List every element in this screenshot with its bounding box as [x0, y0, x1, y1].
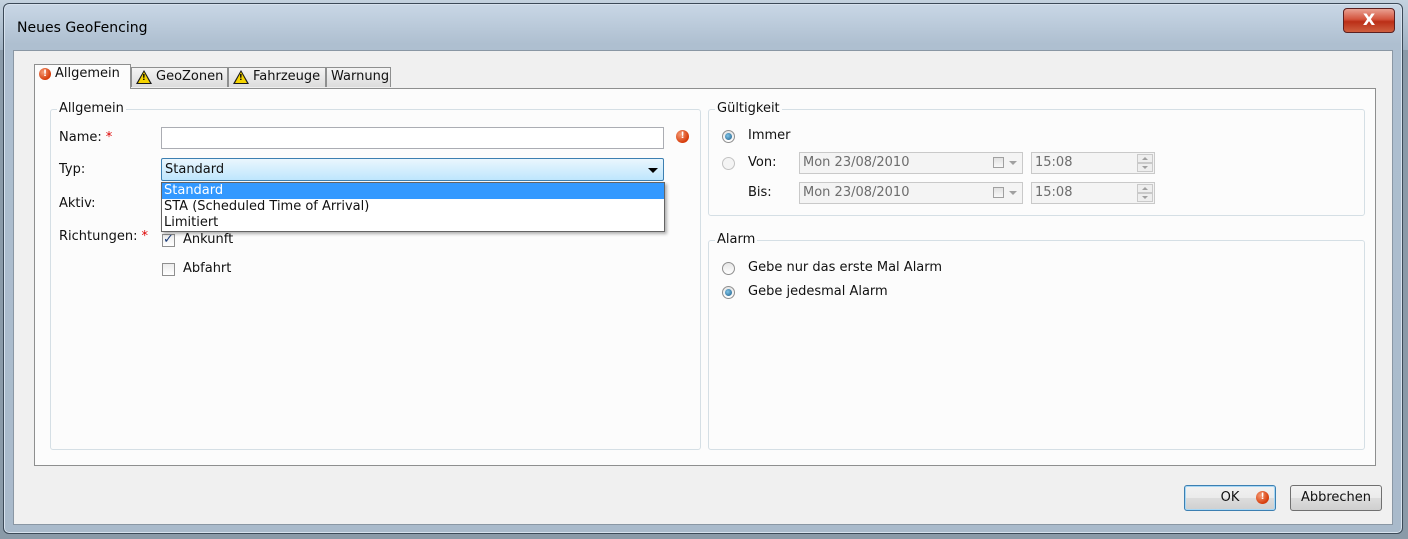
chevron-down-icon — [1009, 161, 1017, 165]
group-legend: Allgemein — [57, 101, 126, 116]
arrival-label: Ankunft — [183, 232, 234, 247]
to-date-value: Mon 23/08/2010 — [803, 185, 910, 200]
type-selected-value: Standard — [165, 162, 225, 177]
error-icon: ! — [39, 67, 51, 80]
tab-label: Fahrzeuge — [253, 69, 321, 84]
ok-button-label: OK — [1220, 490, 1240, 505]
to-date-picker[interactable]: Mon 23/08/2010 — [799, 182, 1023, 204]
dialog-client-area: ! Allgemein ! GeoZonen ! Fahrzeuge Warnung … — [13, 50, 1393, 525]
tab-label: Allgemein — [55, 66, 120, 81]
tab-label: Warnung — [331, 69, 390, 84]
group-allgemein: Allgemein Name: * ! Typ: Standard Standar… — [50, 101, 701, 450]
to-label: Bis: — [748, 185, 772, 200]
tab-panel-allgemein: Allgemein Name: * ! Typ: Standard Standar… — [34, 88, 1376, 466]
chevron-down-icon — [648, 168, 658, 173]
from-time-spinner[interactable]: 15:08 — [1031, 152, 1155, 174]
tab-geozonen[interactable]: ! GeoZonen — [131, 67, 228, 87]
type-combobox[interactable]: Standard — [161, 158, 664, 181]
spin-down-icon[interactable] — [1137, 193, 1153, 202]
alarm-first-only-radio[interactable] — [722, 262, 735, 275]
spin-down-icon[interactable] — [1137, 163, 1153, 172]
from-radio[interactable] — [722, 157, 735, 170]
warning-icon: ! — [136, 69, 152, 84]
always-radio[interactable] — [722, 130, 735, 143]
from-time-value: 15:08 — [1035, 155, 1073, 170]
chevron-down-icon — [1009, 191, 1017, 195]
name-input[interactable] — [161, 127, 664, 149]
group-alarm: Alarm Gebe nur das erste Mal Alarm Gebe … — [708, 232, 1365, 450]
type-dropdown-list: Standard STA (Scheduled Time of Arrival)… — [161, 182, 665, 232]
calendar-icon[interactable] — [993, 157, 1004, 168]
type-option-limitiert[interactable]: Limitiert — [162, 215, 664, 231]
error-icon: ! — [676, 130, 689, 143]
from-date-picker[interactable]: Mon 23/08/2010 — [799, 152, 1023, 174]
from-label: Von: — [748, 155, 777, 170]
tab-allgemein[interactable]: ! Allgemein — [34, 64, 131, 89]
close-button[interactable]: X — [1343, 8, 1395, 33]
group-validity: Gültigkeit Immer Von: Mon 23/08/2010 15:… — [708, 101, 1365, 216]
type-option-sta[interactable]: STA (Scheduled Time of Arrival) — [162, 199, 664, 215]
arrival-checkbox[interactable] — [162, 232, 175, 247]
from-date-value: Mon 23/08/2010 — [803, 155, 910, 170]
directions-label: Richtungen: * — [59, 229, 148, 244]
spin-up-icon[interactable] — [1137, 154, 1153, 163]
group-legend: Gültigkeit — [715, 101, 782, 116]
required-mark: * — [141, 229, 148, 244]
to-time-value: 15:08 — [1035, 185, 1073, 200]
dialog-window: Neues GeoFencing X ! Allgemein ! GeoZonen … — [3, 3, 1403, 534]
calendar-icon[interactable] — [993, 187, 1004, 198]
name-label: Name: * — [59, 130, 113, 145]
title-bar[interactable]: Neues GeoFencing X — [4, 4, 1402, 52]
group-legend: Alarm — [715, 232, 758, 247]
alarm-every-time-radio[interactable] — [722, 286, 735, 299]
tab-fahrzeuge[interactable]: ! Fahrzeuge — [228, 67, 326, 87]
alarm-first-only-label: Gebe nur das erste Mal Alarm — [748, 260, 943, 275]
warning-icon: ! — [233, 69, 249, 84]
active-label: Aktiv: — [59, 196, 96, 211]
cancel-button[interactable]: Abbrechen — [1290, 485, 1382, 511]
tab-warnung[interactable]: Warnung — [326, 67, 391, 87]
type-option-standard[interactable]: Standard — [162, 183, 664, 199]
alarm-every-time-label: Gebe jedesmal Alarm — [748, 284, 888, 299]
window-title: Neues GeoFencing — [17, 20, 148, 36]
to-time-spinner[interactable]: 15:08 — [1031, 182, 1155, 204]
required-mark: * — [105, 130, 113, 145]
always-label: Immer — [748, 128, 791, 143]
error-icon: ! — [1256, 491, 1269, 504]
tab-label: GeoZonen — [156, 69, 224, 84]
spin-up-icon[interactable] — [1137, 184, 1153, 193]
departure-label: Abfahrt — [183, 261, 232, 276]
ok-button[interactable]: OK ! — [1184, 485, 1276, 511]
departure-checkbox[interactable] — [162, 263, 175, 276]
type-label: Typ: — [59, 162, 86, 177]
